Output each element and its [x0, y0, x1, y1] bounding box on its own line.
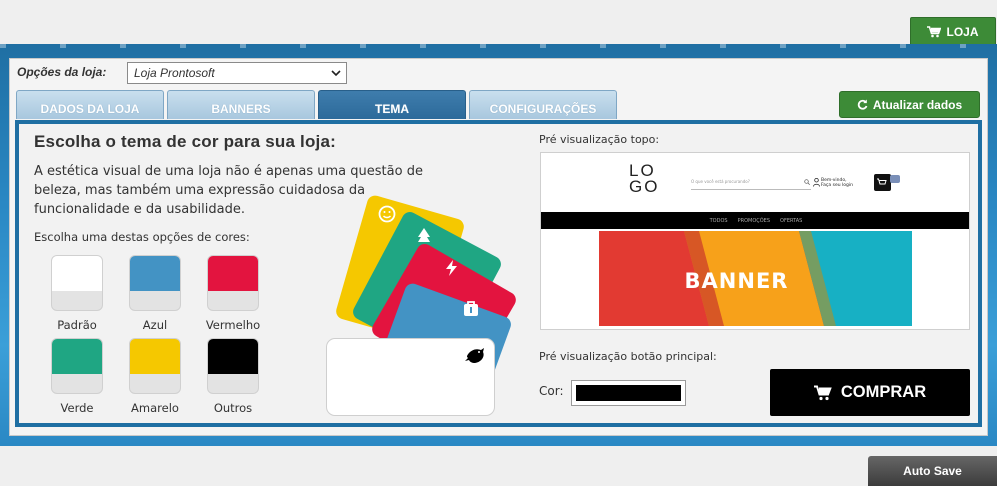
swatch-label: Outros	[213, 401, 253, 415]
store-select[interactable]: Loja Prontosoft	[127, 62, 347, 84]
tab-tema[interactable]: TEMA	[318, 90, 466, 119]
swatch-azul[interactable]	[129, 255, 181, 311]
swatch-label: Vermelho	[205, 318, 261, 332]
autosave-button[interactable]: Auto Save	[868, 456, 997, 486]
preview-nav: TODOS PROMOÇÕES OFERTAS	[541, 212, 969, 229]
loja-button[interactable]: LOJA	[910, 17, 996, 47]
color-field-label: Cor:	[539, 384, 564, 398]
cart-icon	[927, 26, 942, 38]
bird-icon	[465, 348, 484, 363]
loja-label: LOJA	[946, 25, 979, 39]
store-select-value: Loja Prontosoft	[134, 66, 215, 80]
swatch-label: Verde	[60, 401, 94, 415]
preview-user: Bem-vindo, Faça seu login	[813, 178, 853, 188]
swatch-label: Amarelo	[131, 401, 179, 415]
user-icon	[813, 178, 820, 187]
preview-banner: BANNER	[599, 231, 912, 326]
color-picker[interactable]	[571, 380, 686, 406]
banner-text: BANNER	[684, 269, 789, 293]
swatch-outros[interactable]	[207, 338, 259, 394]
refresh-icon	[857, 99, 868, 110]
update-data-button[interactable]: Atualizar dados	[839, 91, 980, 118]
cart-icon	[813, 385, 832, 400]
theme-title: Escolha o tema de cor para sua loja:	[34, 132, 336, 151]
swatch-label: Azul	[142, 318, 168, 332]
bag-icon	[464, 301, 478, 316]
buy-button-preview[interactable]: COMPRAR	[770, 369, 970, 416]
swatch-verde[interactable]	[51, 338, 103, 394]
preview-logo: LO GO	[629, 161, 660, 196]
swatch-label: Padrão	[57, 318, 97, 332]
smiley-icon	[378, 205, 396, 223]
preview-cart-icon	[874, 174, 891, 191]
bolt-icon	[446, 260, 457, 276]
swatch-padrao[interactable]	[51, 255, 103, 311]
tree-icon	[418, 228, 430, 242]
search-icon	[804, 179, 810, 185]
preview-search: O que você está procurando?	[691, 176, 811, 190]
color-picker-fill	[576, 385, 681, 401]
color-options-label: Escolha uma destas opções de cores:	[34, 230, 250, 244]
tab-dados-da-loja[interactable]: DADOS DA LOJA	[16, 90, 164, 119]
top-preview-label: Pré visualização topo:	[539, 133, 660, 146]
update-data-label: Atualizar dados	[872, 97, 963, 112]
preview-cart-badge	[890, 175, 900, 183]
top-preview: LO GO O que você está procurando? Bem-vi…	[540, 152, 970, 330]
tab-configuracoes[interactable]: CONFIGURAÇÕES	[469, 90, 617, 119]
chevron-down-icon	[331, 70, 341, 77]
store-options-label: Opções da loja:	[17, 65, 107, 79]
cart-icon	[877, 178, 887, 185]
tab-banners[interactable]: BANNERS	[167, 90, 315, 119]
buy-label: COMPRAR	[840, 383, 927, 401]
button-preview-label: Pré visualização botão principal:	[539, 350, 717, 363]
swatch-vermelho[interactable]	[207, 255, 259, 311]
swatch-amarelo[interactable]	[129, 338, 181, 394]
